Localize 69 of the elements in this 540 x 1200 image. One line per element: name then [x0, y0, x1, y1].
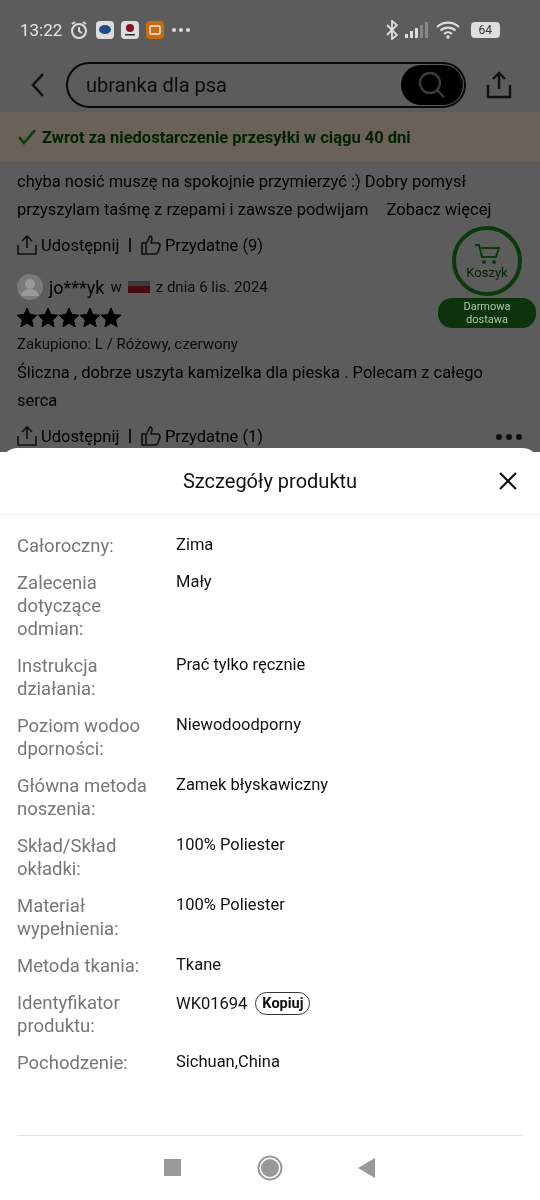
- home-icon[interactable]: [257, 1155, 283, 1181]
- app-icon: [121, 21, 140, 39]
- close-icon[interactable]: [499, 472, 517, 490]
- attribute-label: Poziom wodoo dporności:: [17, 715, 141, 761]
- review-date: z dnia 6 lis. 2024: [155, 278, 268, 296]
- more-icon: [171, 27, 192, 33]
- helpful-button[interactable]: Przydatne (1): [140, 426, 264, 446]
- attribute-value: Zamek błyskawiczny: [176, 775, 329, 795]
- cart-button[interactable]: Koszyk: [452, 226, 522, 296]
- status-time: 13:22: [20, 20, 63, 40]
- battery-indicator: 64: [470, 22, 500, 38]
- share-review-button[interactable]: Udostępnij: [17, 426, 120, 446]
- back-icon[interactable]: [30, 72, 46, 98]
- search-icon: [417, 70, 447, 100]
- attribute-value: Zima: [176, 535, 214, 555]
- copy-button[interactable]: Kopiuj: [255, 992, 311, 1015]
- signal-icon: [404, 22, 429, 38]
- attribute-label: Materiał wypełnienia:: [17, 895, 120, 941]
- star-icon: [101, 308, 121, 327]
- check-icon: [18, 129, 36, 145]
- wifi-icon: [435, 21, 460, 39]
- share-review-button[interactable]: Udostępnij: [17, 235, 120, 255]
- alarm-icon: [69, 20, 90, 40]
- more-options-icon[interactable]: [496, 434, 522, 440]
- purchased-variant: Zakupiono: L / Różowy, czerwony: [17, 335, 239, 353]
- attribute-label: Identyfikator produktu:: [17, 992, 121, 1038]
- helpful-button[interactable]: Przydatne (9): [140, 235, 264, 255]
- sheet-title: Szczegóły produktu: [182, 469, 358, 493]
- see-more-link[interactable]: Zobacz więcej: [386, 200, 492, 219]
- back-nav-icon[interactable]: [357, 1158, 376, 1178]
- attribute-label: Instrukcja działania:: [17, 655, 99, 701]
- attribute-label: Skład/Skład okładki:: [17, 835, 118, 881]
- attribute-label: Główna metoda noszenia:: [17, 775, 148, 821]
- attribute-value: Prać tylko ręcznie: [176, 655, 306, 675]
- star-icon: [17, 308, 37, 327]
- star-icon: [80, 308, 100, 327]
- free-delivery-badge: Darmowa dostawa: [438, 298, 536, 328]
- share-icon[interactable]: [486, 71, 512, 99]
- attribute-value: WK01694: [176, 993, 248, 1014]
- recents-icon[interactable]: [164, 1159, 183, 1177]
- cart-icon: [474, 242, 500, 265]
- attribute-label: Metoda tkania:: [17, 955, 141, 978]
- share-icon: [17, 426, 37, 446]
- star-icon: [59, 308, 79, 327]
- thumbs-up-icon: [140, 235, 161, 255]
- star-icon: [38, 308, 58, 327]
- reviewer-name: jo***yk: [49, 276, 105, 298]
- shop-app-icon: [146, 21, 165, 39]
- search-button[interactable]: [401, 65, 463, 105]
- flag-icon: [127, 281, 150, 293]
- avatar-icon: [17, 274, 43, 300]
- country-prefix: w: [110, 278, 122, 296]
- chat-app-icon: [96, 21, 115, 39]
- attribute-label: Zalecenia dotyczące odmian:: [17, 572, 103, 641]
- attribute-value: Niewodoodporny: [176, 715, 301, 735]
- attribute-value: 100% Poliester: [176, 835, 285, 855]
- refund-guarantee-text: Zwrot za niedostarczenie przesyłki w ciągu 40 dni: [42, 127, 411, 147]
- bluetooth-icon: [385, 20, 398, 40]
- share-icon: [17, 235, 37, 255]
- attribute-label: Pochodzenie:: [17, 1052, 129, 1075]
- attribute-value: Sichuan,China: [176, 1052, 280, 1072]
- attribute-value: Tkane: [176, 955, 222, 975]
- thumbs-up-icon: [140, 426, 161, 446]
- review-text: Śliczna , dobrze uszyta kamizelka dla pieska . Polecam z całego serca: [17, 361, 484, 412]
- search-field[interactable]: ubranka dla psa: [66, 62, 466, 108]
- review-text: chyba nosić muszę na spokojnie przymierzyć :) Dobry pomysł przyszylam taśmę z rzepami i zawsze podwijam Zobacz więcej: [17, 171, 493, 221]
- attribute-value: 100% Poliester: [176, 895, 285, 915]
- attribute-label: Całoroczny:: [17, 535, 115, 558]
- attribute-value: Mały: [176, 572, 212, 592]
